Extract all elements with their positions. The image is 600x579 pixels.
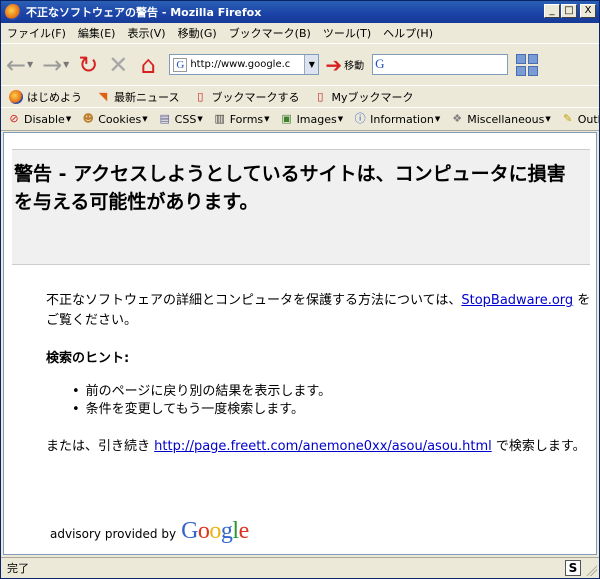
status-bar: 完了 S — [1, 557, 599, 578]
google-favicon-icon: G — [173, 57, 188, 72]
dev-forms-menu[interactable]: ▥ Forms ▼ — [213, 112, 270, 126]
advisory-text: advisory provided by — [50, 527, 177, 541]
bookmarks-toolbar: はじめよう ◥ 最新ニュース ▯ ブックマークする ▯ Myブックマーク — [1, 85, 599, 107]
dev-label: Forms — [229, 112, 264, 126]
menu-go[interactable]: 移動(G) — [172, 25, 223, 41]
bookmark-label: はじめよう — [27, 90, 82, 104]
search-bar[interactable]: G — [372, 54, 509, 75]
images-icon: ▣ — [281, 112, 292, 125]
forward-dropdown-icon[interactable]: ▼ — [63, 60, 69, 69]
css-icon: ▤ — [159, 112, 170, 125]
dev-information-menu[interactable]: ⓘ Information ▼ — [353, 112, 441, 126]
bookmark-label: ブックマークする — [211, 90, 300, 104]
dev-label: Images — [296, 112, 337, 126]
dev-outline-menu[interactable]: ✎ Outl — [561, 112, 599, 126]
caret-down-icon: ▼ — [337, 115, 344, 123]
search-hints-heading: 検索のヒント: — [46, 351, 130, 366]
dev-cookies-menu[interactable]: ☻ Cookies ▼ — [81, 112, 147, 126]
forms-icon: ▥ — [214, 112, 225, 125]
bookmark-label: Myブックマーク — [331, 90, 414, 104]
menu-bar: ファイル(F) 編集(E) 表示(V) 移動(G) ブックマーク(B) ツール(… — [1, 23, 599, 43]
page-icon: ▯ — [317, 89, 324, 103]
outline-icon: ✎ — [563, 112, 573, 125]
dev-css-menu[interactable]: ▤ CSS ▼ — [158, 112, 203, 126]
caret-down-icon: ▼ — [434, 115, 441, 123]
continue-text: または、引き続き — [46, 439, 155, 454]
title-bar[interactable]: 不正なソフトウェアの警告 - Mozilla Firefox _ □ X — [1, 1, 599, 23]
dev-label: Information — [370, 112, 434, 126]
google-logo[interactable]: Google — [181, 518, 249, 545]
advisory-footer: advisory provided by Google — [50, 518, 249, 545]
page-content[interactable]: 警告 - アクセスしようとしているサイトは、コンピュータに損害を与える可能性があ… — [3, 132, 597, 555]
continue-link[interactable]: http://page.freett.com/anemone0xx/asou/a… — [154, 439, 492, 454]
navigation-toolbar: ← ▼ → ▼ ↻ ✕ ⌂ G http://www.google.c ▼ ➔ … — [1, 43, 599, 85]
search-hints-list: 前のページに戻り別の結果を表示します。 条件を変更してもう一度検索します。 — [72, 383, 331, 419]
list-item: 前のページに戻り別の結果を表示します。 — [72, 383, 331, 401]
dev-label: Cookies — [98, 112, 142, 126]
dev-label: Miscellaneous — [467, 112, 545, 126]
disable-icon: ⊘ — [9, 112, 19, 125]
web-developer-toolbar: ⊘ Disable ▼ ☻ Cookies ▼ ▤ CSS ▼ ▥ Forms ▼ ▣ … — [1, 107, 599, 131]
caret-down-icon: ▼ — [264, 115, 270, 123]
menu-view[interactable]: 表示(V) — [121, 25, 171, 41]
menu-bookmarks[interactable]: ブックマーク(B) — [223, 25, 317, 41]
go-arrow-icon[interactable]: ➔ — [325, 53, 342, 77]
window-controls: _ □ X — [544, 4, 596, 18]
dev-disable-menu[interactable]: ⊘ Disable ▼ — [7, 112, 71, 126]
bookmark-label: 最新ニュース — [114, 90, 180, 104]
continue-paragraph: または、引き続き http://page.freett.com/anemone0… — [46, 437, 596, 457]
rss-icon: ◥ — [98, 89, 108, 103]
dev-misc-menu[interactable]: ❖ Miscellaneous ▼ — [450, 112, 551, 126]
url-dropdown-icon[interactable]: ▼ — [304, 55, 319, 74]
close-button[interactable]: X — [580, 4, 596, 18]
resize-grip-icon[interactable] — [585, 564, 597, 576]
go-button[interactable]: 移動 — [344, 57, 364, 72]
bookmark-getting-started[interactable]: はじめよう — [9, 89, 82, 105]
reload-icon[interactable]: ↻ — [73, 50, 103, 80]
home-icon[interactable]: ⌂ — [133, 50, 163, 80]
menu-help[interactable]: ヘルプ(H) — [377, 25, 439, 41]
dev-label: Outl — [577, 112, 599, 126]
caret-down-icon: ▼ — [197, 115, 203, 123]
page-icon: ▯ — [197, 89, 204, 103]
misc-icon: ❖ — [452, 112, 463, 125]
caret-down-icon: ▼ — [545, 115, 551, 123]
maximize-button[interactable]: □ — [561, 4, 577, 18]
dev-images-menu[interactable]: ▣ Images ▼ — [280, 112, 344, 126]
list-item: 条件を変更してもう一度検索します。 — [72, 401, 331, 419]
caret-down-icon: ▼ — [142, 115, 148, 123]
url-bar[interactable]: G http://www.google.c ▼ — [169, 54, 320, 75]
caret-down-icon: ▼ — [65, 115, 72, 123]
browser-window: 不正なソフトウェアの警告 - Mozilla Firefox _ □ X ファイ… — [0, 0, 600, 579]
dev-label: CSS — [174, 112, 197, 126]
bookmark-latest-news[interactable]: ◥ 最新ニュース — [96, 89, 180, 105]
minimize-button[interactable]: _ — [544, 4, 560, 18]
continue-text-end: で検索します。 — [491, 439, 586, 454]
intro-text: 不正なソフトウェアの詳細とコンピュータを保護する方法については、 — [46, 293, 462, 308]
status-text: 完了 — [7, 562, 29, 575]
warning-title: 警告 - アクセスしようとしているサイトは、コンピュータに損害を与える可能性があ… — [14, 163, 566, 213]
url-input[interactable]: http://www.google.c — [190, 59, 304, 70]
intro-paragraph: 不正なソフトウェアの詳細とコンピュータを保護する方法については、StopBadw… — [46, 291, 596, 331]
status-s-icon[interactable]: S — [565, 560, 581, 576]
menu-edit[interactable]: 編集(E) — [72, 25, 122, 41]
cookie-icon: ☻ — [82, 112, 94, 125]
firefox-icon — [9, 89, 23, 104]
toolbar-grid-icon[interactable] — [516, 53, 539, 76]
dev-label: Disable — [24, 112, 65, 126]
back-dropdown-icon[interactable]: ▼ — [27, 60, 33, 69]
bookmark-my-bookmarks[interactable]: ▯ Myブックマーク — [313, 89, 413, 105]
stop-icon[interactable]: ✕ — [103, 50, 133, 80]
bookmark-add[interactable]: ▯ ブックマークする — [193, 89, 299, 105]
window-title: 不正なソフトウェアの警告 - Mozilla Firefox — [26, 6, 262, 19]
info-icon: ⓘ — [354, 112, 366, 125]
menu-tools[interactable]: ツール(T) — [317, 25, 377, 41]
firefox-icon[interactable] — [5, 4, 21, 20]
menu-file[interactable]: ファイル(F) — [1, 25, 72, 41]
stopbadware-link[interactable]: StopBadware.org — [461, 293, 573, 308]
search-engine-icon[interactable]: G — [375, 56, 393, 73]
